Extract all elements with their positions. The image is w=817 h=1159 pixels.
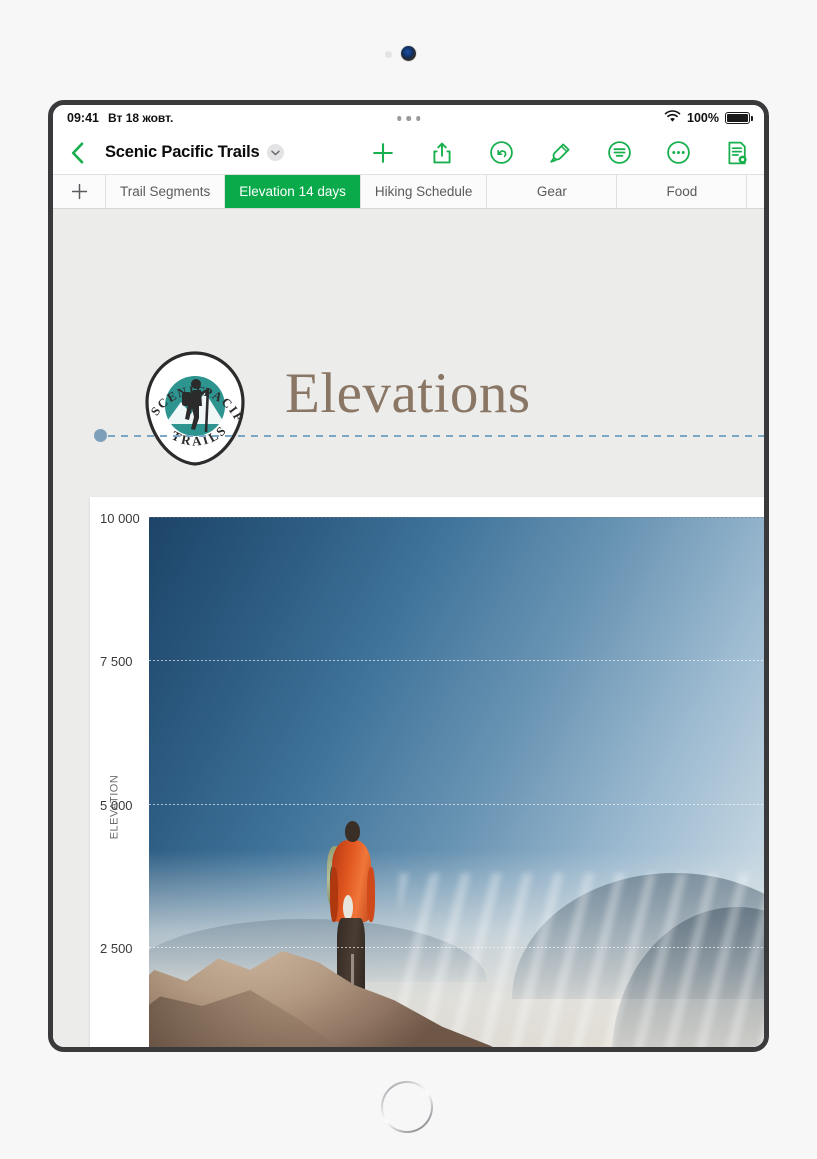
- add-icon[interactable]: [370, 140, 396, 166]
- chevron-down-icon[interactable]: [267, 144, 285, 161]
- toolbar-actions: [370, 140, 750, 166]
- sheet-tab-food[interactable]: Food: [617, 175, 748, 208]
- sheet-tab-elevation-14-days[interactable]: Elevation 14 days: [225, 175, 361, 208]
- sheet-tab-gear[interactable]: Gear: [487, 175, 618, 208]
- sheet-tab-bar: Trail Segments Elevation 14 days Hiking …: [53, 175, 764, 209]
- hiker-head: [344, 821, 360, 842]
- multitask-handle-icon[interactable]: [396, 116, 421, 121]
- back-chevron-icon[interactable]: [65, 141, 89, 165]
- ipad-screen: 09:41 Вт 18 жовт. 100% Scenic Pacific Tr…: [48, 100, 769, 1052]
- document-title[interactable]: Scenic Pacific Trails: [105, 143, 260, 162]
- more-icon[interactable]: [665, 140, 691, 166]
- status-bar: 09:41 Вт 18 жовт. 100%: [53, 105, 764, 131]
- status-date: Вт 18 жовт.: [107, 111, 174, 125]
- sheet-tab-hiking-schedule[interactable]: Hiking Schedule: [361, 175, 488, 208]
- ambient-sensor: [385, 51, 392, 58]
- spreadsheet-canvas[interactable]: SCENIC PACIFIC TRAILS Elevations ELEVATI…: [53, 209, 764, 1047]
- hiker-arm-right: [366, 867, 375, 923]
- page-title[interactable]: Elevations: [285, 361, 531, 426]
- y-tick-5000: 5 000: [100, 798, 133, 813]
- scenic-pacific-trails-logo[interactable]: SCENIC PACIFIC TRAILS: [134, 339, 251, 468]
- gridline-5000: [149, 804, 764, 805]
- document-options-icon[interactable]: [724, 140, 750, 166]
- undo-icon[interactable]: [488, 140, 514, 166]
- gridline-10000: [149, 517, 764, 518]
- sheet-header: [53, 209, 764, 369]
- home-button[interactable]: [381, 1081, 433, 1133]
- y-tick-10000: 10 000: [100, 511, 140, 526]
- add-sheet-button[interactable]: [53, 175, 106, 208]
- selection-handle[interactable]: [94, 429, 107, 442]
- sheet-tab-bar-spacer: [747, 175, 764, 208]
- gridline-7500: [149, 660, 764, 661]
- insert-icon[interactable]: [606, 140, 632, 166]
- selection-guide-line: [108, 435, 764, 437]
- front-camera: [401, 46, 416, 61]
- elevation-chart[interactable]: ELEVATION 10 000 7 500 5 000 2 500: [90, 497, 764, 1047]
- y-tick-7500: 7 500: [100, 654, 133, 669]
- gridline-2500: [149, 947, 764, 948]
- sun-rays: [399, 872, 764, 1047]
- status-time: 09:41: [67, 111, 99, 125]
- app-toolbar: Scenic Pacific Trails: [53, 131, 764, 175]
- hiker-arm-left: [329, 867, 338, 923]
- chart-plot-area[interactable]: [149, 517, 764, 1047]
- share-icon[interactable]: [429, 140, 455, 166]
- sheet-tab-trail-segments[interactable]: Trail Segments: [106, 175, 226, 208]
- wifi-icon: [664, 110, 681, 126]
- status-bar-right: 100%: [664, 110, 753, 126]
- battery-percent: 100%: [687, 111, 719, 125]
- status-bar-left: 09:41 Вт 18 жовт.: [67, 111, 173, 125]
- format-brush-icon[interactable]: [547, 140, 573, 166]
- battery-icon: [725, 112, 753, 124]
- y-tick-2500: 2 500: [100, 941, 133, 956]
